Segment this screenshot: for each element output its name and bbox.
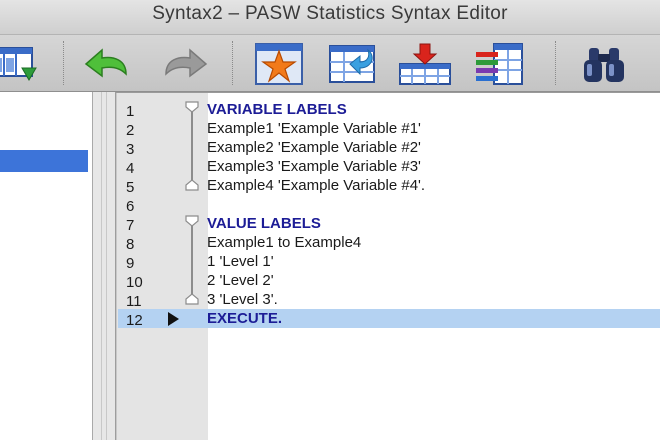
redo-button[interactable] [154, 42, 212, 86]
goto-case-button[interactable] [324, 42, 382, 86]
current-line-highlight [118, 309, 660, 328]
splitter-grip [101, 92, 107, 440]
code-line[interactable]: 1 'Level 1' [207, 253, 274, 271]
line-number: 10 [126, 274, 143, 291]
toolbar-separator [63, 41, 64, 85]
code-line[interactable]: 3 'Level 3'. [207, 291, 278, 309]
toolbar [0, 35, 660, 92]
line-number: 5 [126, 179, 135, 196]
fold-range-line [191, 223, 193, 299]
line-number: 11 [126, 293, 142, 310]
line-number: 2 [126, 122, 135, 139]
fold-start-icon[interactable] [185, 215, 199, 227]
syntax-editor-window: Syntax2 – PASW Statistics Syntax Editor [0, 0, 660, 440]
window-title: Syntax2 – PASW Statistics Syntax Editor [152, 3, 508, 24]
code-line[interactable]: 2 'Level 2' [207, 272, 274, 290]
designate-window-button[interactable] [250, 42, 308, 86]
syntax-editor[interactable]: 1 2 3 4 5 6 7 8 9 10 11 12 VARIABLE LABE… [116, 92, 660, 440]
fold-end-icon[interactable] [185, 179, 199, 191]
line-number: 9 [126, 255, 135, 272]
find-button[interactable] [576, 42, 634, 86]
line-number: 6 [126, 198, 135, 215]
fold-start-icon[interactable] [185, 101, 199, 113]
code-line[interactable]: Example3 'Example Variable #3' [207, 158, 421, 176]
run-pointer-icon [168, 312, 179, 326]
data-view-icon [0, 47, 37, 81]
line-number: 3 [126, 141, 135, 158]
variables-icon [476, 43, 523, 85]
code-line[interactable]: VALUE LABELS [207, 215, 321, 233]
pane-splitter[interactable] [92, 92, 116, 440]
code-line[interactable]: Example1 'Example Variable #1' [207, 120, 421, 138]
star-icon [255, 43, 303, 85]
line-number: 12 [126, 312, 143, 329]
line-number: 1 [126, 103, 135, 120]
undo-button[interactable] [80, 42, 138, 86]
goto-case-icon [329, 45, 375, 83]
insert-cases-icon [399, 43, 451, 85]
data-view-button[interactable] [0, 42, 44, 86]
nav-item-selected[interactable] [0, 150, 88, 172]
fold-range-line [191, 109, 193, 185]
code-line[interactable]: EXECUTE. [207, 310, 282, 328]
line-number: 7 [126, 217, 135, 234]
redo-icon [165, 48, 208, 78]
toolbar-separator [555, 41, 556, 85]
line-number: 4 [126, 160, 135, 177]
insert-cases-button[interactable] [396, 42, 454, 86]
title-bar[interactable]: Syntax2 – PASW Statistics Syntax Editor [0, 0, 660, 35]
fold-end-icon[interactable] [185, 293, 199, 305]
toolbar-separator [232, 41, 233, 85]
code-line[interactable]: Example4 'Example Variable #4'. [207, 177, 425, 195]
code-line[interactable]: VARIABLE LABELS [207, 101, 347, 119]
code-line[interactable]: Example2 'Example Variable #2' [207, 139, 421, 157]
navigation-pane [0, 92, 92, 440]
undo-icon [84, 48, 127, 78]
line-number: 8 [126, 236, 135, 253]
code-line[interactable]: Example1 to Example4 [207, 234, 361, 252]
variables-button[interactable] [470, 42, 528, 86]
binoculars-icon [584, 48, 624, 82]
